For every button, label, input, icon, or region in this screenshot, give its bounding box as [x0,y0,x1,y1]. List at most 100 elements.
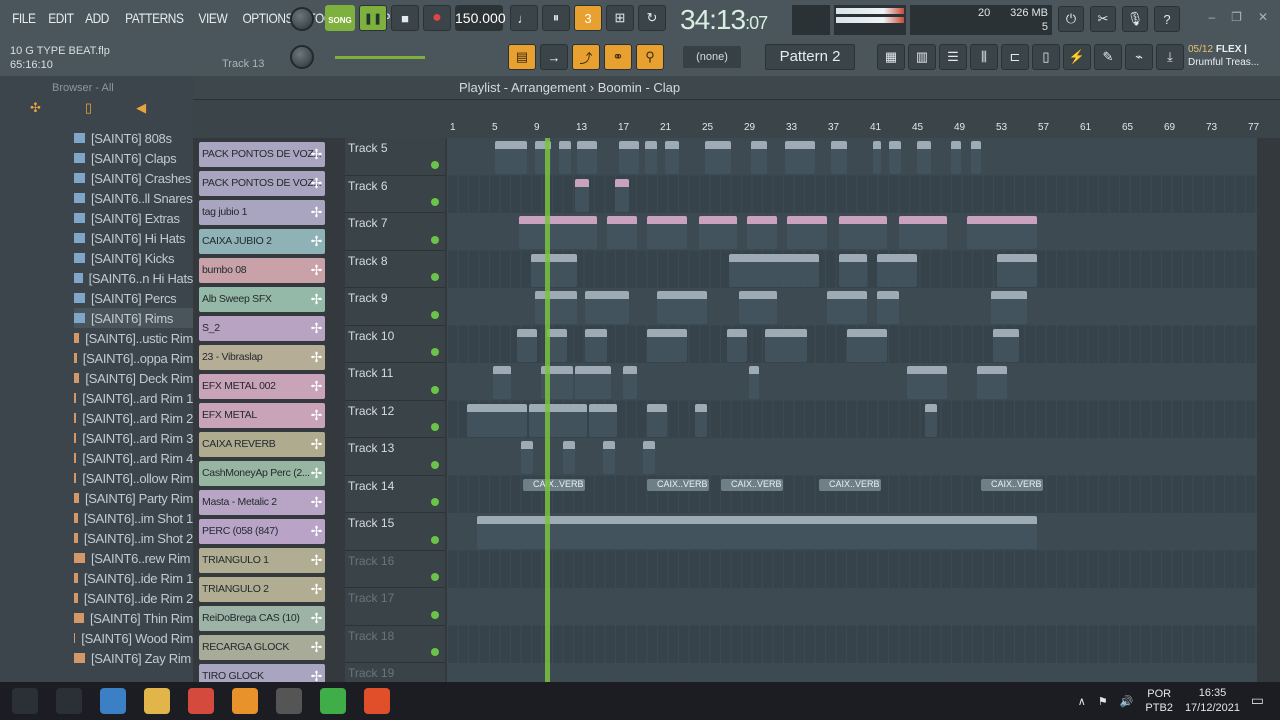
channel-add-icon[interactable]: ✢ [311,345,323,370]
track-mute-led[interactable] [431,610,439,619]
browser-file[interactable]: [SAINT6]..im Shot 1 [74,508,193,528]
playlist-clip[interactable] [751,141,767,174]
track-header[interactable]: Track 14 [345,475,445,513]
browser-file[interactable]: [SAINT6] Thin Rim [74,608,193,628]
online-icon[interactable]: ⏻ [1058,6,1084,32]
playlist-clip[interactable] [899,216,947,249]
tray-chevron-icon[interactable]: ∧ [1078,695,1086,708]
track-header[interactable]: Track 6 [345,175,445,213]
track-mute-led[interactable] [431,273,439,281]
mixer-icon[interactable]: ⫼ [970,44,998,70]
browser-file[interactable]: [SAINT6]..ide Rim 2 [74,588,193,608]
playlist-clip[interactable] [645,141,657,174]
playlist-clip[interactable] [785,141,815,174]
channel-9[interactable]: EFX METAL ✢ [199,403,325,428]
playlist-clip[interactable] [695,403,707,437]
wait-input-icon[interactable]: ⏸ [542,5,570,31]
playlist-clip[interactable] [739,291,777,324]
channel-1[interactable]: PACK PONTOS DE VOZ... ✢ [199,171,325,196]
curve-icon[interactable]: ⤴ [572,44,600,70]
playlist-clip[interactable] [917,141,931,174]
piano-roll-icon[interactable]: ▥ [908,44,936,70]
help-icon[interactable]: ? [1154,6,1180,32]
language-indicator[interactable]: POR PTB2 [1145,687,1173,715]
cut-tools-icon[interactable]: ✂ [1090,6,1116,32]
playlist-clip[interactable] [585,291,629,324]
step-edit-icon[interactable]: ⊞ [606,5,634,31]
playlist-clip[interactable] [467,403,527,437]
pattern-selector[interactable]: Pattern 2 [765,44,855,70]
playlist-clip[interactable] [589,403,617,437]
playlist-clip[interactable] [997,253,1037,287]
restore-icon[interactable]: ❐ [1231,10,1242,24]
track-header[interactable]: Track 13 [345,438,445,476]
browser-file[interactable]: [SAINT6] Party Rim [74,488,193,508]
channel-16[interactable]: ReiDoBrega CAS (10) ✢ [199,606,325,631]
download-icon[interactable]: ⤓ [1156,44,1184,70]
playlist-clip[interactable] [787,216,827,249]
master-volume-knob[interactable] [290,7,314,31]
playlist-clip[interactable] [529,403,587,437]
camtasia-icon[interactable] [320,688,346,714]
browser-file-icon[interactable]: ▯ [85,100,92,122]
track-header[interactable]: Track 11 [345,363,445,401]
browser-file[interactable]: [SAINT6]..ard Rim 2 [74,408,193,428]
track-mute-led[interactable] [431,573,439,581]
channel-add-icon[interactable]: ✢ [311,374,323,399]
playlist-clip[interactable] [747,216,777,249]
playlist-clip[interactable] [765,328,807,362]
fl-studio-icon[interactable] [232,688,258,714]
browser-file[interactable]: [SAINT6] Zay Rim [74,648,193,668]
master-pitch-knob[interactable] [290,45,314,69]
playlist-clip[interactable] [531,253,577,287]
track-mute-led[interactable] [431,235,439,244]
track-mute-led[interactable] [431,648,439,656]
browser-file[interactable]: [SAINT6] Deck Rim [74,368,193,388]
channel-add-icon[interactable]: ✢ [311,403,323,428]
track-mute-led[interactable] [431,423,439,431]
plugin-icon[interactable]: ⚡ [1063,44,1091,70]
browser-folder[interactable]: [SAINT6] Crashes [74,168,193,188]
browser-file[interactable]: [SAINT6]..oppa Rim [74,348,193,368]
browser-file[interactable]: [SAINT6]..ard Rim 3 [74,428,193,448]
channel-12[interactable]: Masta - Metalic 2 ✢ [199,490,325,515]
browser-folder[interactable]: [SAINT6] Extras [74,208,193,228]
playlist-clip[interactable] [521,441,533,474]
track-header[interactable]: Track 16 [345,550,445,588]
track-header[interactable]: Track 9 [345,288,445,326]
track-mute-led[interactable] [431,160,439,169]
channel-add-icon[interactable]: ✢ [311,461,323,486]
playlist-clip[interactable] [575,366,611,399]
channel-add-icon[interactable]: ✢ [311,229,323,254]
browser-file[interactable]: [SAINT6] Wood Rim [74,628,193,648]
browser-file[interactable]: [SAINT6]..ard Rim 4 [74,448,193,468]
playlist-clip[interactable] [477,516,1037,549]
channel-11[interactable]: CashMoneyAp Perc (2... ✢ [199,461,325,486]
channel-add-icon[interactable]: ✢ [311,432,323,457]
playlist-clip[interactable] [971,141,981,174]
track-mute-led[interactable] [431,535,439,544]
task-view-icon[interactable] [100,688,126,714]
metronome-icon[interactable]: ♩ [510,5,538,31]
browser-speaker-icon[interactable]: ◀ [136,100,146,122]
playlist-clip[interactable] [607,216,637,249]
clip-label-caixa-reverb[interactable]: CAIX..VERB [721,478,783,491]
close-icon[interactable]: ✕ [1258,10,1268,24]
track-header[interactable]: Track 10 [345,325,445,363]
playlist-clip[interactable] [647,328,687,362]
playlist-clip[interactable] [847,328,887,362]
channel-add-icon[interactable]: ✢ [311,635,323,660]
browser-file[interactable]: [SAINT6..rew Rim [74,548,193,568]
browser-file[interactable]: [SAINT6]..ard Rim 1 [74,388,193,408]
loop-record-icon[interactable]: ↻ [638,5,666,31]
playlist-clip[interactable] [535,291,577,324]
channel-add-icon[interactable]: ✢ [311,258,323,283]
brush-icon[interactable]: ⌁ [1125,44,1153,70]
channel-add-icon[interactable]: ✢ [311,577,323,602]
playlist-clip[interactable] [657,291,707,324]
clip-label-caixa-reverb[interactable]: CAIX..VERB [647,478,709,491]
playlist-clip[interactable] [877,291,899,324]
channel-add-icon[interactable]: ✢ [311,287,323,312]
track-mute-led[interactable] [431,198,439,206]
microphone-icon[interactable]: 🎙 [1122,6,1148,32]
